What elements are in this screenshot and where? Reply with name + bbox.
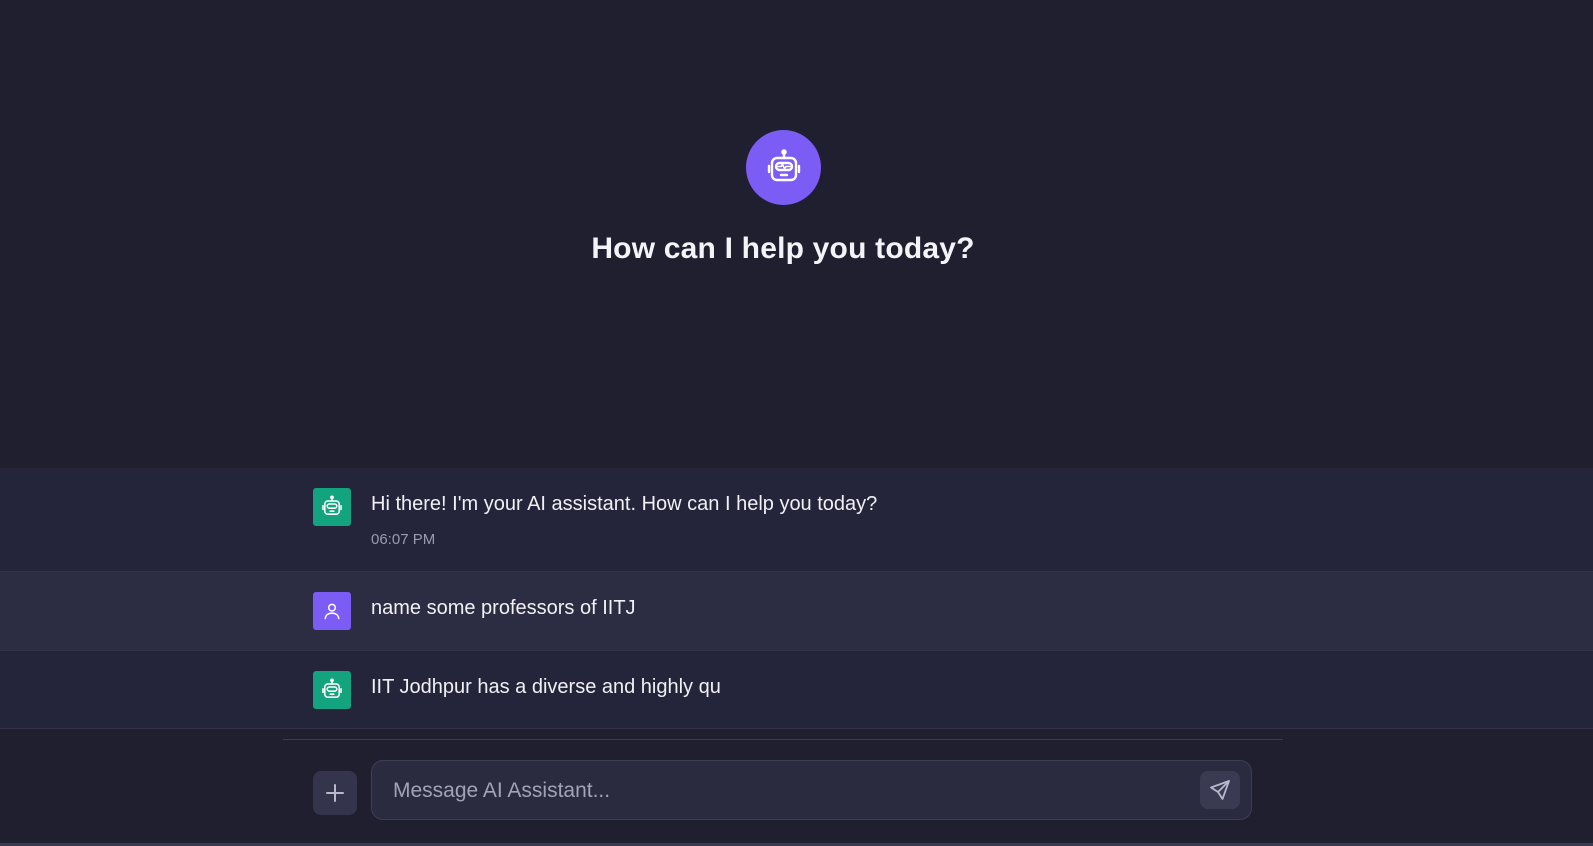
message-list: Hi there! I'm your AI assistant. How can…: [0, 468, 1593, 729]
welcome-hero: How can I help you today?: [0, 0, 1593, 468]
chat-app: How can I help you today? Hi there! I'm …: [0, 0, 1593, 846]
message-timestamp: 06:07 PM: [371, 531, 436, 548]
message-text: Hi there! I'm your AI assistant. How can…: [371, 493, 878, 515]
assistant-message: IIT Jodhpur has a diverse and highly qu: [0, 651, 1593, 729]
message-text: IIT Jodhpur has a diverse and highly qu: [371, 676, 721, 698]
message-input-box: [371, 760, 1252, 821]
robot-icon: [746, 130, 821, 205]
plus-icon: [326, 784, 344, 802]
message-text: name some professors of IITJ: [371, 597, 636, 619]
message-input[interactable]: [391, 761, 1185, 821]
robot-icon: [313, 488, 351, 526]
message-composer: [0, 729, 1593, 846]
welcome-title: How can I help you today?: [591, 232, 975, 265]
add-attachment-button[interactable]: [313, 771, 357, 815]
send-button[interactable]: [1200, 771, 1240, 809]
composer-divider: [283, 739, 1283, 740]
send-icon: [1210, 780, 1230, 800]
robot-icon: [313, 671, 351, 709]
user-icon: [313, 592, 351, 630]
assistant-message: Hi there! I'm your AI assistant. How can…: [0, 468, 1593, 572]
user-message: name some professors of IITJ: [0, 572, 1593, 651]
